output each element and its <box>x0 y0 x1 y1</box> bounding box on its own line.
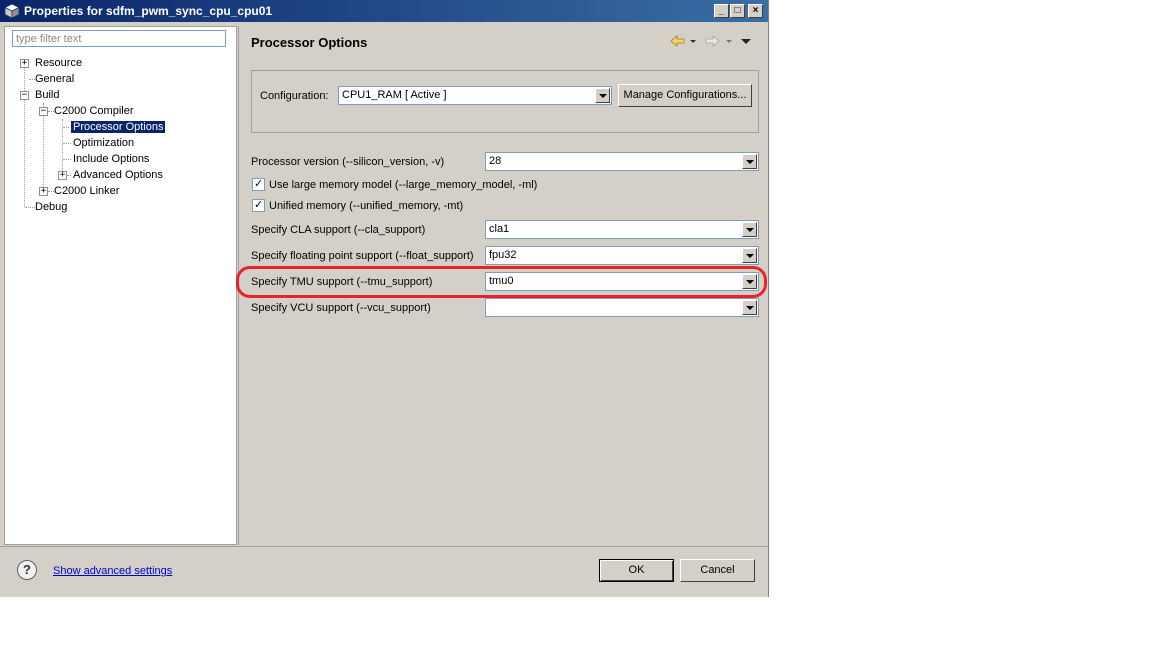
chevron-down-icon[interactable] <box>595 88 610 103</box>
tree-item-build[interactable]: Build <box>33 87 61 103</box>
maximize-icon[interactable]: □ <box>730 4 745 18</box>
chevron-down-icon[interactable] <box>742 300 757 315</box>
cla-support-select[interactable]: cla1 <box>485 220 759 239</box>
window-title: Properties for sdfm_pwm_sync_cpu_cpu01 <box>24 4 273 18</box>
tree-item-general[interactable]: General <box>33 71 76 87</box>
vcu-support-select[interactable] <box>485 298 759 317</box>
forward-arrow-icon[interactable] <box>705 35 720 47</box>
float-support-select[interactable]: fpu32 <box>485 246 759 265</box>
help-icon[interactable]: ? <box>17 560 37 580</box>
expand-advanced-options-icon[interactable]: + <box>58 171 67 180</box>
forward-menu-chevron-icon[interactable] <box>726 40 732 43</box>
tree-item-advanced-options[interactable]: Advanced Options <box>71 167 165 183</box>
tree-item-c2000-compiler[interactable]: C2000 Compiler <box>52 103 135 119</box>
configuration-label: Configuration: <box>260 90 329 102</box>
tree-item-debug[interactable]: Debug <box>33 199 69 215</box>
button-bar: ? Show advanced settings OK Cancel <box>0 546 768 597</box>
expand-resource-icon[interactable]: + <box>20 59 29 68</box>
ok-button[interactable]: OK <box>599 559 674 582</box>
large-memory-label: Use large memory model (--large_memory_m… <box>269 179 538 191</box>
processor-version-label: Processor version (--silicon_version, -v… <box>251 156 445 168</box>
back-arrow-icon[interactable] <box>670 35 685 47</box>
expand-linker-icon[interactable]: + <box>39 187 48 196</box>
configuration-select[interactable]: CPU1_RAM [ Active ] <box>338 86 612 105</box>
tree-item-include-options[interactable]: Include Options <box>71 151 151 167</box>
chevron-down-icon[interactable] <box>742 222 757 237</box>
tree-item-resource[interactable]: Resource <box>33 55 84 71</box>
red-highlight-annotation <box>236 266 767 298</box>
manage-configurations-button[interactable]: Manage Configurations... <box>618 84 752 107</box>
tree-item-processor-options[interactable]: Processor Options <box>69 119 167 135</box>
large-memory-checkbox[interactable] <box>252 177 265 191</box>
collapse-build-icon[interactable]: − <box>20 91 29 100</box>
app-cube-icon <box>4 3 20 19</box>
configuration-group: Configuration: CPU1_RAM [ Active ] Manag… <box>251 70 759 133</box>
tree-item-optimization[interactable]: Optimization <box>71 135 136 151</box>
cla-support-label: Specify CLA support (--cla_support) <box>251 224 426 236</box>
properties-dialog: Properties for sdfm_pwm_sync_cpu_cpu01 _… <box>0 0 769 597</box>
close-icon[interactable]: × <box>748 4 763 18</box>
unified-memory-label: Unified memory (--unified_memory, -mt) <box>269 200 464 212</box>
page-title: Processor Options <box>251 35 368 50</box>
collapse-compiler-icon[interactable]: − <box>39 107 48 116</box>
navigation-panel: + Resource General − Build − C2000 Compi… <box>4 26 237 545</box>
tree-item-c2000-linker[interactable]: C2000 Linker <box>52 183 121 199</box>
chevron-down-icon[interactable] <box>742 248 757 263</box>
filter-input[interactable] <box>12 30 226 47</box>
float-support-label: Specify floating point support (--float_… <box>251 250 474 262</box>
cancel-button[interactable]: Cancel <box>680 559 755 582</box>
unified-memory-checkbox[interactable] <box>252 198 265 212</box>
minimize-icon[interactable]: _ <box>714 4 729 18</box>
vcu-support-label: Specify VCU support (--vcu_support) <box>251 302 431 314</box>
show-advanced-settings-link[interactable]: Show advanced settings <box>53 565 172 577</box>
title-bar[interactable]: Properties for sdfm_pwm_sync_cpu_cpu01 _… <box>0 0 768 22</box>
history-nav <box>670 35 751 47</box>
view-menu-icon[interactable] <box>741 39 751 44</box>
back-menu-chevron-icon[interactable] <box>690 40 696 43</box>
processor-version-select[interactable]: 28 <box>485 152 759 171</box>
chevron-down-icon[interactable] <box>742 154 757 169</box>
